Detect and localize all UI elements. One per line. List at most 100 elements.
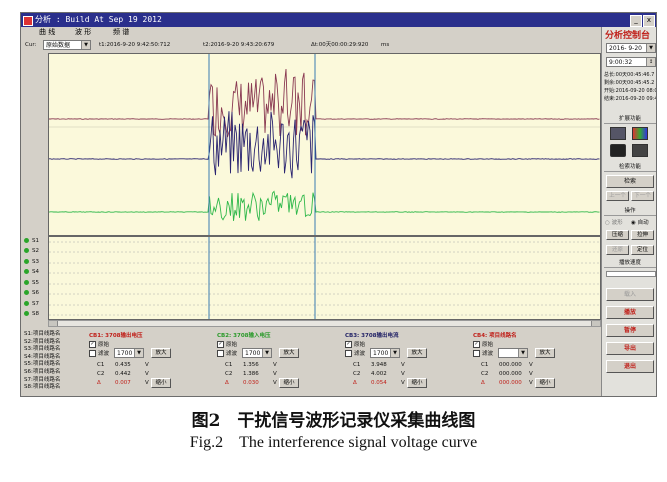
c2-unit: V [145,371,149,377]
zoom-in-button[interactable]: 放大 [535,348,555,358]
filter-select[interactable]: 1700 ▼ [242,348,272,358]
cb3-panel: CB3: 3708输出电流 ✓ 原始 滤波 1700 ▼ 放大 C1 3.948 V C2 4.002… [345,331,470,393]
menu-curve[interactable]: 曲 线 [35,27,59,38]
printer-icon[interactable] [632,144,648,157]
close-button[interactable]: x [643,15,655,27]
spinner-arrows-icon: ↕ [646,58,655,66]
filter-checkbox[interactable]: 滤波 [473,349,493,357]
slot-item: S5:项目线路名 [24,361,61,368]
zoom-out-button[interactable]: 缩小 [151,378,171,388]
palette-icon[interactable] [632,127,648,140]
c2-unit: V [401,371,405,377]
time-spinner[interactable]: 9:00:32 ↕ [606,57,656,67]
zoom-out-button[interactable]: 缩小 [407,378,427,388]
check-icon: ✓ [89,341,96,348]
delta-value: 0.030 [243,380,259,386]
lanes-canvas [49,237,600,319]
c2-value: 000.000 [499,371,522,377]
speed-slider[interactable] [606,271,656,277]
c1-value: 0.435 [115,362,131,368]
menu-waveform[interactable]: 波 形 [71,27,95,38]
horizontal-scrollbar[interactable] [48,320,601,327]
c1-unit: V [273,362,277,368]
filter-select[interactable]: 1700 ▼ [370,348,400,358]
cb-title: CB3: 3708输出电流 [345,333,399,339]
export-button[interactable]: 导出 [606,342,654,355]
c1-unit: V [529,362,533,368]
zoom-out-button[interactable]: 缩小 [279,378,299,388]
delta-unit: V [145,380,149,386]
status-dot-icon [24,259,29,264]
channel-s4[interactable]: S4 [24,267,39,278]
scroll-left-button[interactable] [49,321,58,326]
channel-s2[interactable]: S2 [24,246,39,257]
filter-checkbox[interactable]: 滤波 [345,349,365,357]
raw-checkbox[interactable]: ✓ 原始 [217,340,237,348]
camera-icon[interactable] [610,144,626,157]
raw-checkbox[interactable]: ✓ 原始 [89,340,109,348]
info-end: 结束:2016-09-20 09:4 [604,96,657,102]
delta-value: 000.000 [499,380,522,386]
locate-button[interactable]: 定位 [631,245,654,255]
exit-button[interactable]: 退出 [606,360,654,373]
delta-unit: V [529,380,533,386]
chevron-down-icon: ▼ [518,349,527,357]
chevron-down-icon: ▼ [646,44,655,52]
slot-item: S1:项目线路名 [24,331,61,337]
play-button[interactable]: 播放 [606,306,654,319]
waveform-plot[interactable] [48,53,601,236]
filter-select[interactable]: ▼ [498,348,528,358]
c1-label: C1 [481,362,489,368]
filter-checkbox[interactable]: 滤波 [217,349,237,357]
chevron-down-icon: ▼ [390,349,399,357]
slot-item: S8:项目线路名 [24,384,61,391]
date-picker[interactable]: 2016- 9-20 ▼ [606,43,656,53]
c1-value: 3.948 [371,362,387,368]
zoom-in-button[interactable]: 放大 [407,348,427,358]
c2-unit: V [273,371,277,377]
filter-select[interactable]: 1700 ▼ [114,348,144,358]
cb4-panel: CB4: 项目线路名 ✓ 原始 滤波 ▼ 放大 C1 000.000 V C2 000.000 V Δ 0… [473,331,598,393]
c2-value: 1.386 [243,371,259,377]
trace-cb2 [48,190,600,221]
checkbox-icon [217,350,224,357]
compress-button[interactable]: 压缩 [606,230,629,240]
radio-wave[interactable]: ○ 波形 [605,218,623,226]
stretch-button[interactable]: 拉伸 [631,230,654,240]
minimize-button[interactable]: _ [630,15,642,27]
restore-button[interactable]: 还原 [606,245,629,255]
caption-chinese: 图2 干扰信号波形记录仪采集曲线图 [191,411,476,431]
cursor-delta-unit: ms [381,42,390,48]
zoom-out-button[interactable]: 缩小 [535,378,555,388]
delta-value: 0.054 [371,380,387,386]
trace-cb3 [49,111,600,179]
search-button[interactable]: 检索 [606,175,654,188]
zoom-in-button[interactable]: 放大 [151,348,171,358]
cur-select[interactable]: 原始数据 ▼ [43,40,91,50]
radio-auto[interactable]: ◉ 自动 [631,218,649,226]
app-icon [23,16,33,26]
zoom-in-button[interactable]: 放大 [279,348,299,358]
scroll-right-button[interactable] [591,321,600,326]
delta-label: Δ [481,380,485,386]
channel-s8[interactable]: S8 [24,309,39,320]
prev-button[interactable]: 上一个 [606,191,629,201]
raw-checkbox[interactable]: ✓ 原始 [473,340,493,348]
cursor-t1: t1:2016-9-20 9:42:50:712 [99,42,171,48]
caption-english: Fig.2 The interference signal voltage cu… [189,434,478,451]
op-section-label: 操作 [604,207,656,216]
c1-label: C1 [97,362,105,368]
filter-checkbox[interactable]: 滤波 [89,349,109,357]
c2-label: C2 [97,371,105,377]
menu-spectrum[interactable]: 频 谱 [109,27,133,38]
pause-button[interactable]: 暂停 [606,324,654,337]
digital-channel-lanes [48,236,601,320]
load-button[interactable]: 载入 [606,288,654,301]
cb1-panel: CB1: 3708输出电压 ✓ 原始 滤波 1700 ▼ 放大 C1 0.435 V C2 0.442… [89,331,214,393]
raw-checkbox[interactable]: ✓ 原始 [345,340,365,348]
delta-value: 0.007 [115,380,131,386]
filmstrip-icon[interactable] [610,127,626,140]
channel-s6[interactable]: S6 [24,288,39,299]
cb-title: CB2: 3708输入电压 [217,333,271,339]
next-button[interactable]: 下一个 [631,191,654,201]
